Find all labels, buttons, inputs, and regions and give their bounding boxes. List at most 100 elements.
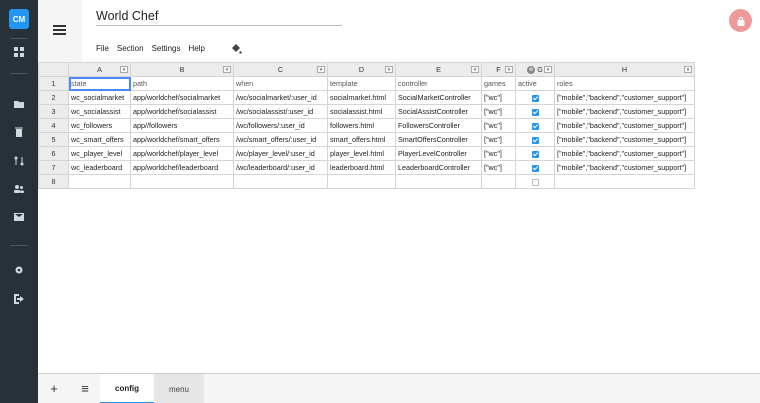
row-header[interactable]: 6 [38,146,69,161]
row-header[interactable]: 4 [38,118,69,133]
data-cell[interactable]: wc_socialassist [68,104,131,119]
data-cell[interactable]: app/worldchef/player_level [130,146,234,161]
data-cell[interactable]: player_level.html [327,146,396,161]
active-cell[interactable] [515,104,555,119]
tab-config[interactable]: config [100,374,154,403]
data-cell[interactable]: SmartOffersController [395,132,482,147]
active-cell[interactable] [515,160,555,175]
data-cell[interactable]: app/worldchef/leaderboard [130,160,234,175]
active-checkbox[interactable] [531,122,539,130]
active-checkbox[interactable] [531,178,539,186]
filter-icon[interactable]: ▾ [317,66,325,73]
filter-icon[interactable]: ▾ [120,66,128,73]
data-cell[interactable]: smart_offers.html [327,132,396,147]
lock-button[interactable] [729,9,752,32]
data-cell[interactable] [130,174,234,189]
data-cell[interactable]: app/worldchef/socialmarket [130,90,234,105]
data-cell[interactable]: ["wc"] [481,132,516,147]
data-cell[interactable]: ["wc"] [481,104,516,119]
data-cell[interactable]: /wc/player_level/:user_id [233,146,328,161]
data-cell[interactable]: app/worldchef/socialassist [130,104,234,119]
active-checkbox[interactable] [531,108,539,116]
data-cell[interactable]: PlayerLevelController [395,146,482,161]
users-icon[interactable] [13,183,25,195]
column-header-g[interactable]: ⚙ G ▾ [515,62,555,77]
data-cell[interactable]: ["mobile","backend","customer_support"] [554,146,695,161]
data-cell[interactable]: LeaderboardController [395,160,482,175]
data-cell[interactable]: SocialMarketController [395,90,482,105]
active-cell[interactable] [515,146,555,161]
data-cell[interactable] [233,174,328,189]
data-cell[interactable]: wc_leaderboard [68,160,131,175]
column-header-d[interactable]: D ▾ [327,62,396,77]
row-header[interactable]: 8 [38,174,69,189]
sheet-list-button[interactable]: ≡ [78,381,92,396]
active-checkbox[interactable] [531,150,539,158]
data-cell[interactable]: ["mobile","backend","customer_support"] [554,118,695,133]
menu-section[interactable]: Section [117,44,144,56]
active-checkbox[interactable] [531,94,539,102]
data-cell[interactable]: ["wc"] [481,160,516,175]
column-header-c[interactable]: C ▾ [233,62,328,77]
data-cell[interactable] [327,174,396,189]
header-cell[interactable]: template [327,76,396,91]
logout-icon[interactable] [13,293,25,305]
data-cell[interactable]: wc_player_level [68,146,131,161]
data-cell[interactable]: socialmarket.html [327,90,396,105]
data-cell[interactable]: ["wc"] [481,90,516,105]
active-cell[interactable] [515,118,555,133]
filter-icon[interactable]: ▾ [505,66,513,73]
data-cell[interactable]: app/worldchef/smart_offers [130,132,234,147]
row-header[interactable]: 5 [38,132,69,147]
filter-icon[interactable]: ▾ [385,66,393,73]
menu-help[interactable]: Help [188,44,204,56]
data-cell[interactable] [481,174,516,189]
trash-icon[interactable] [13,126,25,138]
header-cell[interactable]: active [515,76,555,91]
dashboard-icon[interactable] [13,46,25,58]
settings-icon[interactable] [13,264,25,276]
data-cell[interactable]: ["wc"] [481,146,516,161]
add-sheet-button[interactable]: + [47,381,61,396]
data-cell[interactable]: /wc/socialmarket/:user_id [233,90,328,105]
data-cell[interactable]: ["mobile","backend","customer_support"] [554,90,695,105]
header-cell[interactable]: when [233,76,328,91]
data-cell[interactable]: app//followers [130,118,234,133]
merge-icon[interactable] [13,155,25,167]
data-cell[interactable]: leaderboard.html [327,160,396,175]
app-logo[interactable]: CM [9,9,29,29]
data-cell[interactable]: wc_smart_offers [68,132,131,147]
folder-icon[interactable] [13,98,25,110]
header-cell[interactable]: games [481,76,516,91]
corner-cell[interactable] [38,62,69,77]
column-header-f[interactable]: F ▾ [481,62,516,77]
menu-settings[interactable]: Settings [152,44,181,56]
data-cell[interactable]: socialassist.html [327,104,396,119]
tab-menu[interactable]: menu [154,374,204,403]
active-cell[interactable] [515,132,555,147]
gear-icon[interactable]: ⚙ [527,66,536,75]
filter-icon[interactable]: ▾ [223,66,231,73]
header-cell[interactable]: controller [395,76,482,91]
header-cell[interactable]: roles [554,76,695,91]
data-cell[interactable]: followers.html [327,118,396,133]
data-cell[interactable]: ["wc"] [481,118,516,133]
data-cell[interactable]: /wc/leaderboard/:user_id [233,160,328,175]
filter-icon[interactable]: ▾ [471,66,479,73]
filter-icon[interactable]: ▾ [684,66,692,73]
data-cell[interactable]: wc_socialmarket [68,90,131,105]
data-cell[interactable]: ["mobile","backend","customer_support"] [554,104,695,119]
column-header-h[interactable]: H ▾ [554,62,695,77]
data-cell[interactable]: /wc/socialassist/:user_id [233,104,328,119]
mail-icon[interactable] [13,211,25,223]
row-header[interactable]: 3 [38,104,69,119]
data-cell[interactable] [395,174,482,189]
data-cell[interactable]: SocialAssistController [395,104,482,119]
column-header-a[interactable]: A ▾ [68,62,131,77]
data-cell[interactable]: ["mobile","backend","customer_support"] [554,132,695,147]
header-cell[interactable]: path [130,76,234,91]
document-title[interactable]: World Chef [96,9,342,26]
active-checkbox[interactable] [531,164,539,172]
menu-file[interactable]: File [96,44,109,56]
column-header-b[interactable]: B ▾ [130,62,234,77]
